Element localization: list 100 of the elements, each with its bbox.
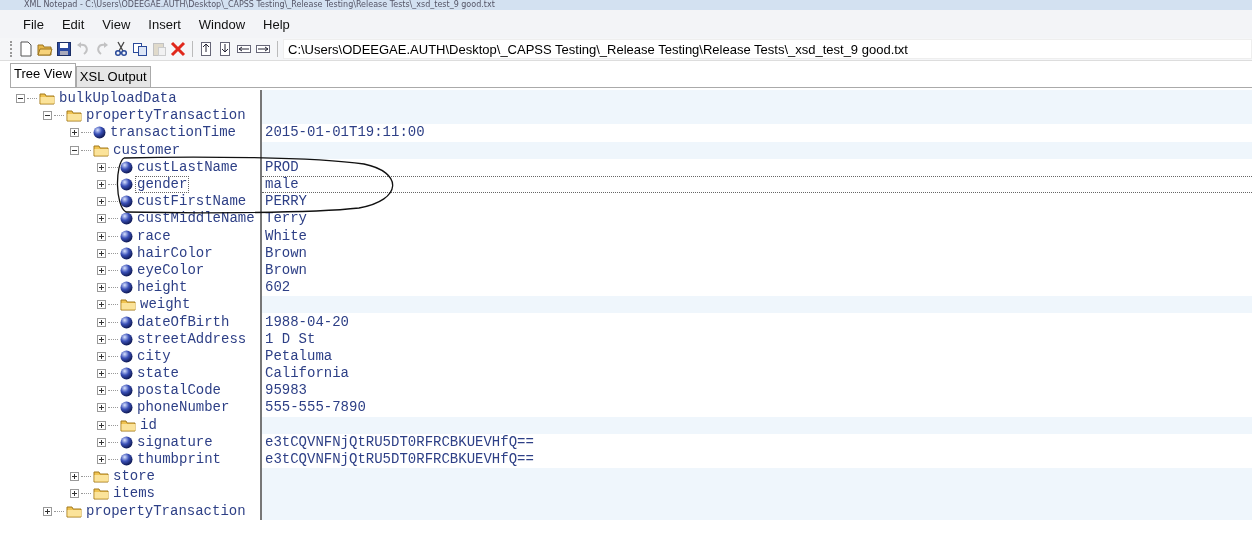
new-document-button[interactable] — [18, 41, 34, 57]
expand-toggle[interactable] — [97, 334, 106, 344]
expand-toggle[interactable] — [97, 300, 106, 310]
node-value[interactable]: Brown — [265, 262, 307, 278]
tree-node[interactable]: state — [136, 366, 180, 382]
tree-node[interactable]: phoneNumber — [136, 400, 231, 416]
node-value[interactable]: PROD — [265, 159, 299, 175]
folder-icon — [93, 470, 109, 484]
sphere-icon — [93, 126, 106, 140]
tree-node[interactable]: id — [139, 417, 158, 433]
folder-icon — [66, 504, 82, 518]
menu-item[interactable]: View — [93, 16, 140, 32]
menu-item[interactable]: Window — [189, 16, 255, 32]
sphere-icon — [120, 246, 133, 260]
tree-node[interactable]: thumbprint — [136, 452, 222, 468]
node-value[interactable]: 1988-04-20 — [265, 314, 349, 330]
tree-node[interactable]: transactionTime — [109, 125, 238, 141]
scissors-button[interactable] — [113, 41, 129, 57]
tab[interactable]: XSL Output — [75, 66, 151, 87]
node-value[interactable]: 555-555-7890 — [265, 400, 366, 416]
expand-toggle[interactable] — [97, 420, 106, 430]
node-value[interactable]: 1 D St — [265, 331, 316, 347]
floppy-disk-button[interactable] — [56, 41, 72, 57]
sphere-icon — [120, 401, 133, 415]
expand-toggle[interactable] — [97, 214, 106, 224]
node-value[interactable]: Petaluma — [265, 348, 333, 364]
expand-toggle[interactable] — [97, 317, 106, 327]
node-value[interactable]: 95983 — [265, 383, 307, 399]
window-title: XML Notepad - C:\Users\ODEEGAE.AUTH\Desktop\_CAPSS Testing\_Release Testing\Release Tests\_xsd_test_9 good.txt — [24, 0, 495, 10]
expand-toggle[interactable] — [97, 197, 106, 207]
folder-icon — [66, 109, 82, 123]
tree-node[interactable]: propertyTransaction — [85, 503, 247, 519]
file-path-field[interactable]: C:\Users\ODEEGAE.AUTH\Desktop\_CAPSS Testing\_Release Testing\Release Tests\_xsd_test_9 good.txt — [283, 39, 1252, 59]
toolbar-grip[interactable] — [10, 41, 14, 57]
node-value[interactable]: e3tCQVNFNjQtRU5DT0RFRCBKUEVHfQ== — [265, 434, 534, 450]
tree-node[interactable]: eyeColor — [136, 262, 206, 278]
node-value[interactable]: California — [265, 366, 349, 382]
tree-node[interactable]: postalCode — [136, 383, 222, 399]
folder-icon — [93, 143, 109, 157]
node-value[interactable]: 2015-01-01T19:11:00 — [265, 125, 425, 141]
expand-toggle[interactable] — [97, 351, 106, 361]
tree-node[interactable]: dateOfBirth — [136, 314, 231, 330]
expand-toggle[interactable] — [70, 489, 79, 499]
node-value[interactable]: 602 — [265, 280, 291, 296]
tree-node[interactable]: custFirstName — [136, 194, 248, 210]
expand-toggle[interactable] — [97, 283, 106, 293]
menu-item[interactable]: Help — [254, 16, 299, 32]
tree-node[interactable]: customer — [112, 142, 182, 158]
sphere-icon — [120, 315, 133, 329]
expand-toggle[interactable] — [97, 231, 106, 241]
expand-toggle[interactable] — [97, 162, 106, 172]
tree-node[interactable]: gender — [136, 177, 189, 193]
expand-toggle[interactable] — [70, 128, 79, 138]
node-value[interactable]: White — [265, 228, 307, 244]
nudge-down-button[interactable] — [217, 41, 233, 57]
sphere-icon — [120, 332, 133, 346]
sphere-icon — [120, 435, 133, 449]
menu-item[interactable]: Edit — [52, 16, 94, 32]
nudge-up-button[interactable] — [198, 41, 214, 57]
expand-toggle[interactable] — [43, 506, 52, 516]
tree-node[interactable]: streetAddress — [136, 331, 248, 347]
tree-node[interactable]: city — [136, 348, 172, 364]
tree-node[interactable]: bulkUploadData — [58, 91, 178, 107]
sphere-icon — [120, 229, 133, 243]
expand-toggle[interactable] — [97, 265, 106, 275]
tree-node[interactable]: custLastName — [136, 159, 239, 175]
expand-toggle[interactable] — [97, 369, 106, 379]
expand-toggle[interactable] — [97, 437, 106, 447]
tree-node[interactable]: custMiddleName — [136, 211, 256, 227]
tree-node[interactable]: height — [136, 280, 189, 296]
tab[interactable]: Tree View — [10, 63, 76, 87]
sphere-icon — [120, 349, 133, 363]
node-value[interactable]: e3tCQVNFNjQtRU5DT0RFRCBKUEVHfQ== — [265, 452, 534, 468]
collapse-toggle[interactable] — [43, 111, 52, 121]
folder-icon — [93, 487, 109, 501]
expand-toggle[interactable] — [97, 403, 106, 413]
expand-toggle[interactable] — [97, 248, 106, 258]
sphere-icon — [120, 453, 133, 467]
expand-toggle[interactable] — [97, 180, 106, 190]
menu-item[interactable]: Insert — [139, 16, 190, 32]
tree-node[interactable]: race — [136, 228, 172, 244]
tree-node[interactable]: signature — [136, 434, 214, 450]
node-value[interactable]: Brown — [265, 245, 307, 261]
tree-node[interactable]: hairColor — [136, 245, 214, 261]
folder-icon — [120, 298, 136, 312]
tree-node[interactable]: propertyTransaction — [85, 108, 247, 124]
collapse-toggle[interactable] — [70, 145, 79, 155]
expand-toggle[interactable] — [70, 472, 79, 482]
delete-button[interactable] — [170, 41, 186, 57]
tree-node[interactable]: items — [112, 486, 156, 502]
expand-toggle[interactable] — [97, 386, 106, 396]
tree-node[interactable]: store — [112, 469, 156, 485]
copy-pages-button[interactable] — [132, 41, 148, 57]
collapse-toggle[interactable] — [16, 94, 25, 104]
node-value[interactable]: male — [265, 177, 299, 193]
expand-toggle[interactable] — [97, 455, 106, 465]
sphere-icon — [120, 263, 133, 277]
menu-item[interactable]: File — [14, 16, 53, 32]
node-value[interactable]: PERRY — [265, 194, 307, 210]
tree-node[interactable]: weight — [139, 297, 192, 313]
